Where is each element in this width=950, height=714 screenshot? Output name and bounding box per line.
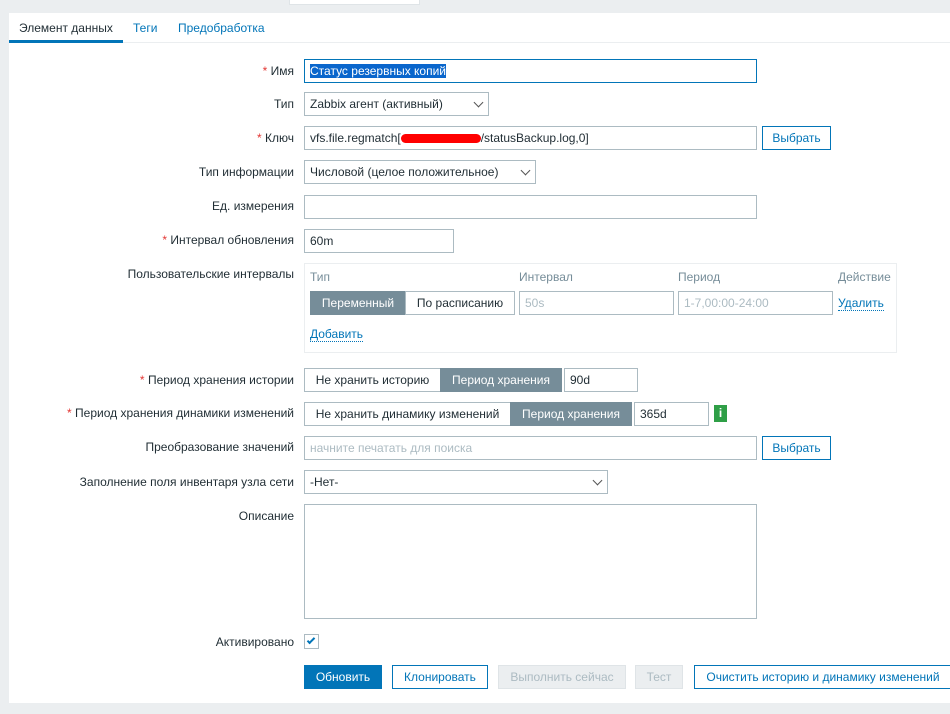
col-action: Действие: [838, 270, 891, 284]
tab-tags[interactable]: Теги: [133, 21, 157, 35]
chevron-down-icon: [473, 97, 484, 108]
remove-link[interactable]: Удалить: [838, 296, 884, 311]
enabled-checkbox[interactable]: [304, 634, 319, 649]
description-textarea[interactable]: [304, 504, 757, 619]
interval-label: * Интервал обновления: [162, 233, 294, 247]
valuemap-select-button[interactable]: Выбрать: [762, 436, 831, 460]
enabled-label: Активировано: [215, 635, 294, 649]
history-input[interactable]: 90d: [564, 368, 638, 392]
name-input[interactable]: Статус резервных копий: [304, 59, 757, 83]
top-strip: [289, 0, 420, 5]
flexible-toggle[interactable]: Переменный: [310, 291, 406, 315]
scheduling-toggle[interactable]: По расписанию: [405, 291, 515, 315]
type-select[interactable]: Zabbix агент (активный): [304, 92, 489, 116]
add-link[interactable]: Добавить: [310, 327, 364, 342]
info-type-label: Тип информации: [198, 165, 294, 179]
key-label: * Ключ: [257, 131, 294, 145]
trends-storage-period[interactable]: Период хранения: [510, 402, 632, 426]
history-storage-period[interactable]: Период хранения: [440, 368, 562, 392]
inventory-label: Заполнение поля инвентаря узла сети: [79, 475, 294, 489]
update-button[interactable]: Обновить: [304, 665, 382, 689]
valuemap-input[interactable]: начните печатать для поиска: [304, 436, 757, 460]
custom-period-input[interactable]: 1-7,00:00-24:00: [678, 291, 833, 315]
active-tab-indicator: [9, 40, 123, 43]
type-label: Тип: [273, 97, 294, 111]
info-icon[interactable]: i: [714, 405, 727, 422]
key-select-button[interactable]: Выбрать: [762, 126, 831, 150]
name-label: * Имя: [262, 64, 294, 78]
inventory-select[interactable]: -Нет-: [304, 470, 608, 494]
trends-input[interactable]: 365d: [634, 402, 709, 426]
custom-intervals-label: Пользовательские интервалы: [127, 267, 294, 281]
clone-button[interactable]: Клонировать: [392, 665, 488, 689]
chevron-down-icon: [592, 475, 603, 486]
units-input[interactable]: [304, 195, 757, 219]
clear-history-button[interactable]: Очистить историю и динамику изменений: [694, 665, 950, 689]
redaction-mark: [400, 134, 481, 144]
check-icon: [306, 635, 316, 645]
execute-now-button: Выполнить сейчас: [498, 665, 626, 689]
tab-bar: Элемент данных Теги Предобработка: [9, 13, 950, 43]
test-button: Тест: [635, 665, 683, 689]
col-type: Тип: [310, 270, 331, 284]
col-interval: Интервал: [519, 270, 573, 284]
tab-item[interactable]: Элемент данных: [19, 21, 113, 35]
units-label: Ед. измерения: [212, 199, 294, 213]
history-dont-keep[interactable]: Не хранить историю: [304, 368, 441, 392]
description-label: Описание: [238, 509, 294, 523]
history-label: * Период хранения истории: [139, 373, 294, 387]
trends-dont-keep[interactable]: Не хранить динамику изменений: [304, 402, 511, 426]
key-input[interactable]: vfs.file.regmatch[/statusBackup.log,0]: [304, 126, 757, 150]
col-period: Период: [678, 270, 721, 284]
info-type-select[interactable]: Числовой (целое положительное): [304, 160, 536, 184]
custom-interval-input[interactable]: 50s: [519, 291, 674, 315]
tab-preprocessing[interactable]: Предобработка: [178, 21, 265, 35]
trends-label: * Период хранения динамики изменений: [67, 406, 294, 420]
valuemap-label: Преобразование значений: [145, 440, 294, 454]
chevron-down-icon: [520, 165, 531, 176]
interval-input[interactable]: 60m: [304, 229, 454, 253]
